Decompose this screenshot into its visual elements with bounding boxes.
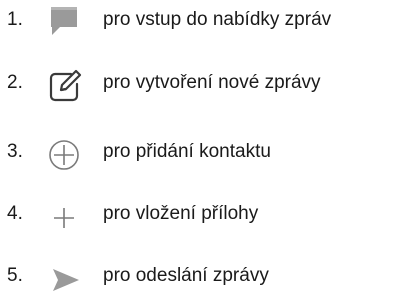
list-item: 3. pro přidání kontaktu xyxy=(0,132,401,172)
step-number: 5. xyxy=(7,265,23,286)
instruction-list: 1. pro vstup do nabídky zpráv 2. pro vyt… xyxy=(0,0,401,295)
step-text: pro vytvoření nové zprávy xyxy=(103,72,321,93)
add-contact-icon xyxy=(45,135,83,173)
step-text: pro přidání kontaktu xyxy=(103,141,271,162)
step-text: pro vstup do nabídky zpráv xyxy=(103,9,332,30)
step-number: 3. xyxy=(7,141,23,162)
step-number: 4. xyxy=(7,203,23,224)
list-item: 2. pro vytvoření nové zprávy xyxy=(0,63,401,103)
list-item: 4. pro vložení přílohy xyxy=(0,194,401,234)
step-number: 1. xyxy=(7,9,23,30)
list-item: 5. pro odeslání zprávy xyxy=(0,256,401,296)
compose-icon xyxy=(45,66,83,104)
step-text: pro vložení přílohy xyxy=(103,203,259,224)
message-bubble-icon xyxy=(45,3,83,41)
step-number: 2. xyxy=(7,72,23,93)
step-text: pro odeslání zprávy xyxy=(103,265,269,286)
send-icon xyxy=(45,259,83,297)
list-item: 1. pro vstup do nabídky zpráv xyxy=(0,0,401,40)
plus-icon xyxy=(45,197,83,235)
